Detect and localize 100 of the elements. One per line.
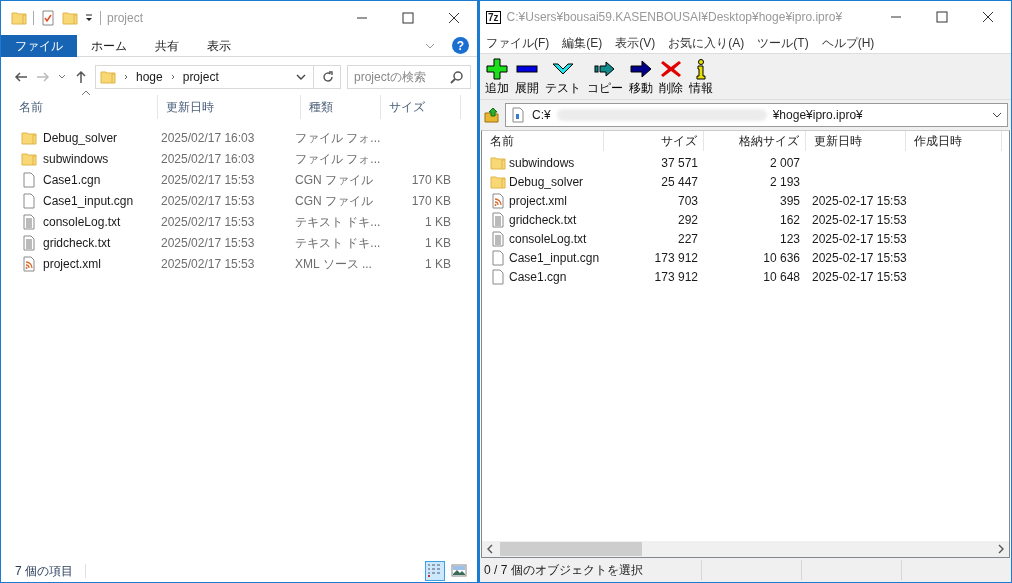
table-cell-text: 2025/02/17 15:53 — [160, 255, 256, 273]
file-name[interactable]: consoleLog.txt — [506, 229, 604, 248]
file-name[interactable]: subwindows — [506, 153, 604, 172]
table-cell-text: 703 — [676, 192, 699, 210]
column-header[interactable]: 種類 — [301, 95, 381, 119]
text-file-icon — [490, 211, 506, 228]
file-name[interactable]: Debug_solver — [37, 128, 155, 147]
extract-button[interactable]: 展開 — [514, 58, 540, 98]
column-header[interactable]: 作成日時 — [906, 131, 1002, 152]
scrollbar-thumb[interactable] — [500, 542, 642, 556]
move-button[interactable]: 移動 — [628, 58, 654, 98]
column-header[interactable]: 名前 — [482, 131, 604, 152]
file-name[interactable]: consoleLog.txt — [37, 212, 155, 231]
feed-file-icon — [21, 255, 37, 272]
table-cell-text: 173 912 — [653, 268, 699, 286]
path-text: C:¥ — [532, 107, 551, 125]
menu-item[interactable]: ヘルプ(H) — [821, 34, 875, 52]
ribbon-tab[interactable]: 共有 — [141, 34, 193, 57]
file-name[interactable]: Case1_input.cgn — [506, 248, 604, 267]
file-name[interactable]: project.xml — [506, 191, 604, 210]
file-name[interactable]: gridcheck.txt — [506, 210, 604, 229]
column-header[interactable]: 更新日時 — [158, 95, 301, 119]
table-cell-text: 1 KB — [424, 213, 451, 231]
column-header[interactable]: 名前 — [11, 95, 158, 119]
folder-icon — [21, 150, 37, 167]
delete-icon — [660, 58, 682, 80]
file-name[interactable]: project.xml — [37, 254, 155, 273]
copy-arrow-icon — [594, 58, 616, 80]
copy-button[interactable]: コピー — [586, 58, 624, 98]
file-name[interactable]: Case1.cgn — [37, 170, 155, 189]
file-icon — [490, 268, 506, 285]
table-cell-text: 2025/02/17 16:03 — [160, 129, 256, 147]
column-header[interactable]: 更新日時 — [806, 131, 906, 152]
menu-item[interactable]: お気に入り(A) — [668, 34, 745, 52]
ribbon-tab[interactable]: 表示 — [193, 34, 245, 57]
table-cell-text: 10 648 — [762, 268, 801, 286]
help-button[interactable]: ? — [452, 37, 469, 54]
table-cell-text: 2 193 — [768, 173, 801, 191]
file-name[interactable]: Case1_input.cgn — [37, 191, 155, 210]
dropdown-icon[interactable] — [84, 13, 94, 23]
ribbon-tab[interactable]: ホーム — [77, 34, 141, 57]
path-field[interactable]: C:¥ ¥hoge¥ipro.ipro¥ — [505, 103, 1008, 128]
table-cell-text: 2025/02/17 16:03 — [160, 150, 256, 168]
right-arrow-icon — [630, 58, 652, 80]
archive-file-icon — [510, 107, 526, 124]
folder-icon — [21, 129, 37, 146]
info-button[interactable]: 情報 — [688, 58, 714, 98]
folder-up-icon[interactable] — [483, 106, 501, 125]
folder-icon — [490, 154, 506, 171]
table-cell-text: 10 636 — [762, 249, 801, 267]
breadcrumb-item[interactable]: hoge — [136, 68, 163, 86]
ribbon-tab[interactable]: ファイル — [1, 34, 77, 57]
table-cell-text: 25 447 — [660, 173, 699, 191]
table-cell-text: CGN ファイル — [294, 171, 374, 189]
chevron-right-icon — [122, 73, 130, 81]
column-header[interactable]: サイズ — [381, 95, 461, 119]
window-title: C:¥Users¥bousai59.KASENBOUSAI¥Desktop¥hoge¥ipro.ipro¥ — [506, 9, 843, 26]
file-icon — [21, 192, 37, 209]
table-cell-text: ファイル フォ... — [294, 150, 382, 168]
plus-icon — [486, 58, 508, 80]
table-cell-text: ファイル フォ... — [294, 129, 382, 147]
table-cell-text: 173 912 — [653, 249, 699, 267]
table-cell-text: 292 — [676, 211, 699, 229]
menu-item[interactable]: ファイル(F) — [486, 34, 550, 52]
window-title: project — [107, 10, 144, 27]
table-cell-text: 2025-02-17 15:53 — [811, 230, 908, 248]
table-cell-text: 2025/02/17 15:53 — [160, 213, 256, 231]
breadcrumb-item[interactable]: project — [182, 68, 219, 86]
table-cell-text: 2025/02/17 15:53 — [160, 192, 256, 210]
table-cell-text: 170 KB — [410, 192, 451, 210]
table-cell-text: 123 — [778, 230, 801, 248]
table-cell-text: 395 — [778, 192, 801, 210]
status-text: 0 / 7 個のオブジェクトを選択 — [484, 562, 643, 579]
text-file-icon — [21, 213, 37, 230]
app-logo: 7z — [486, 10, 501, 24]
folder-icon — [100, 69, 116, 85]
table-cell-text: 2025/02/17 15:53 — [160, 171, 256, 189]
table-cell-text: 37 571 — [660, 154, 699, 172]
column-header[interactable]: 格納サイズ — [704, 131, 806, 152]
file-name[interactable]: Debug_solver — [506, 172, 604, 191]
file-name[interactable]: Case1.cgn — [506, 267, 604, 286]
table-cell-text: テキスト ドキ... — [294, 213, 382, 231]
menu-item[interactable]: 編集(E) — [562, 34, 603, 52]
menu-item[interactable]: 表示(V) — [615, 34, 656, 52]
table-cell-text: 2025-02-17 15:53 — [811, 192, 908, 210]
file-name[interactable]: gridcheck.txt — [37, 233, 155, 252]
search-field[interactable]: projectの検索 — [347, 65, 471, 89]
properties-icon[interactable] — [40, 10, 56, 26]
search-icon[interactable] — [449, 69, 465, 85]
table-cell-text: 2025-02-17 15:53 — [811, 268, 908, 286]
menu-item[interactable]: ツール(T) — [757, 34, 809, 52]
table-cell-text: 162 — [778, 211, 801, 229]
delete-button[interactable]: 削除 — [658, 58, 684, 98]
file-name[interactable]: subwindows — [37, 149, 155, 168]
status-text: 7 個の項目 — [15, 563, 73, 580]
refresh-icon[interactable] — [320, 69, 336, 85]
test-button[interactable]: テスト — [544, 58, 582, 98]
add-button[interactable]: 追加 — [484, 58, 510, 98]
column-header[interactable]: サイズ — [604, 131, 704, 152]
table-cell-text: 2 007 — [768, 154, 801, 172]
